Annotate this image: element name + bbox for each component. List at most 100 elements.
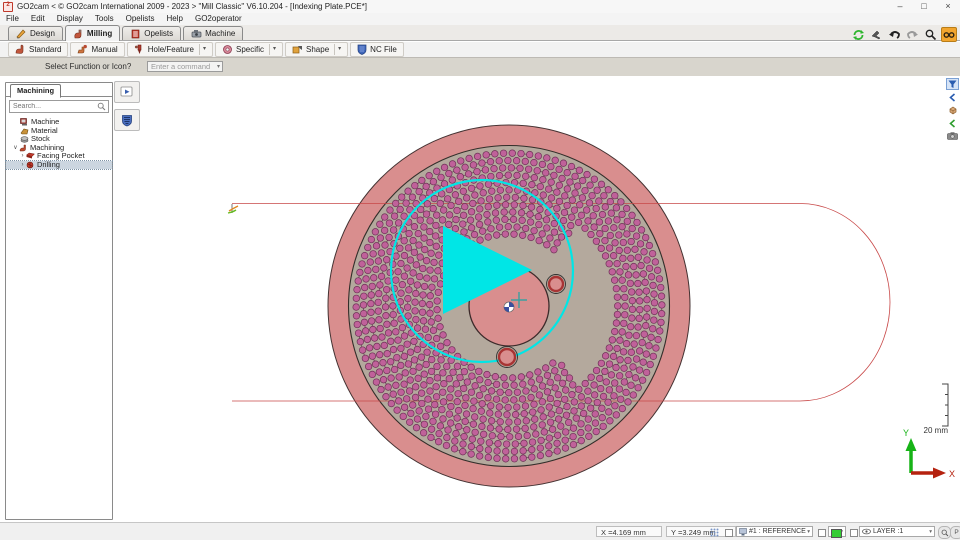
menu-help[interactable]: Help [161,13,189,25]
machine-icon [191,29,202,37]
material-icon [20,128,29,135]
title-bar: 2 GO2cam < © GO2cam International 2009 -… [0,0,960,13]
milling-toolbar: Standard Manual Hole/Feature ▾ Specific … [0,42,960,58]
specific-dropdown-icon[interactable]: ▾ [269,44,276,55]
shape-button[interactable]: Shape ▾ [285,42,349,57]
menu-tools[interactable]: Tools [89,13,120,25]
collapse-icon[interactable]: ∨ [12,144,19,153]
status-bar: X =4.169 mm Y =3.249 mm #1 : REFERENCE ▾… [0,522,960,540]
command-dropdown-icon[interactable]: ▾ [217,63,220,70]
simulation-button[interactable] [114,81,140,103]
specific-button[interactable]: Specific ▾ [214,42,284,57]
tab-design-label: Design [30,29,55,38]
hole-feature-button[interactable]: Hole/Feature ▾ [126,42,213,57]
tab-design[interactable]: Design [8,26,63,40]
facing-pocket-icon [26,152,35,159]
menu-go2operator[interactable]: GO2operator [189,13,248,25]
tab-machine[interactable]: Machine [183,26,244,40]
reference-dropdown-icon[interactable]: ▾ [807,529,810,535]
menu-opelists[interactable]: Opelists [120,13,161,25]
window-title: GO2cam < © GO2cam International 2009 - 2… [17,2,367,11]
simulation-strip [114,81,140,137]
command-combobox[interactable]: Enter a command ▾ [147,61,223,72]
manual-button[interactable]: Manual [70,42,125,57]
opelists-icon [131,29,140,38]
select-tool-icon[interactable] [869,28,883,41]
window-controls: – □ × [888,0,960,13]
tree-item-drilling[interactable]: › Drilling [5,159,113,170]
go2view-glasses-icon[interactable] [941,27,957,42]
layer-dropdown-icon[interactable]: ▾ [929,529,932,535]
grid-icon[interactable] [710,528,719,539]
machining-tree: Machine Material Stock ∨ Machining › Fac… [5,115,113,170]
app-icon: 2 [3,1,13,12]
specific-icon [223,45,232,54]
parameters-button[interactable]: P [950,526,960,539]
module-tabs: Design Milling Opelists Machine [0,25,960,41]
color-checkbox[interactable] [818,529,826,537]
menu-display[interactable]: Display [51,13,89,25]
menu-file[interactable]: File [0,13,25,25]
color-picker[interactable]: ▾ [828,526,846,538]
layer-value: LAYER :1 [873,528,904,535]
panel-header: Machining [6,83,112,98]
view-3d-button[interactable] [946,104,959,116]
shape-label: Shape [306,45,330,54]
scale-label: 20 mm [924,426,949,435]
tab-milling[interactable]: Milling [64,25,121,41]
layer-combobox[interactable]: LAYER :1 ▾ [859,526,935,537]
specific-label: Specific [235,45,264,54]
chevron-left-blue-icon [949,92,956,102]
standard-button[interactable]: Standard [8,42,69,57]
snapshot-button[interactable] [946,130,959,142]
stock-icon [20,136,29,143]
shape-icon [292,46,303,54]
search-input[interactable] [10,103,97,110]
redo-icon[interactable] [905,28,919,41]
tab-opelists[interactable]: Opelists [122,26,182,40]
y-axis-label: Y [903,428,909,438]
command-bar: Select Function or Icon? Enter a command… [0,58,960,77]
search-box[interactable] [9,100,109,113]
reference-combobox[interactable]: #1 : REFERENCE ▾ [736,526,813,537]
tree-item-material[interactable]: Material [6,126,112,136]
shape-dropdown-icon[interactable]: ▾ [334,44,341,55]
previous-view-button[interactable] [946,91,959,103]
expand-icon[interactable]: › [19,161,26,170]
x-axis-label: X [949,469,955,479]
expand-icon[interactable]: › [19,152,26,161]
previous-element-button[interactable] [946,117,959,129]
nc-file-icon [357,44,367,55]
search-icon [97,102,106,111]
hole-feature-dropdown-icon[interactable]: ▾ [198,44,206,55]
filter-button[interactable] [946,78,959,90]
camera-icon [947,132,958,140]
x-coordinate-readout: X =4.169 mm [596,526,662,537]
machining-panel-tab[interactable]: Machining [10,84,62,98]
standard-label: Standard [29,45,62,54]
viewport: 20 mmYX Machining Machine Material Stock [0,76,960,522]
manual-icon [78,44,88,54]
reference-checkbox[interactable] [725,529,733,537]
cad-canvas[interactable]: 20 mm Y X [0,76,960,522]
undo-icon[interactable] [887,28,901,41]
tab-milling-label: Milling [86,29,113,38]
drilling-icon [26,161,34,169]
layer-checkbox[interactable] [850,529,858,537]
zoom-icon[interactable] [923,28,937,41]
reference-icon [739,527,747,535]
maximize-button[interactable]: □ [912,0,936,13]
machine-node-icon [20,118,27,126]
tab-opelists-label: Opelists [144,29,174,38]
menu-bar: File Edit Display Tools Opelists Help GO… [0,13,960,25]
minimize-button[interactable]: – [888,0,912,13]
view-toolbar-row1 [851,27,957,42]
tree-item-machine[interactable]: Machine [6,117,112,127]
simulation-icon [120,86,133,97]
protection-button[interactable] [114,109,140,131]
menu-edit[interactable]: Edit [25,13,51,25]
nc-file-button[interactable]: NC File [350,42,404,57]
close-button[interactable]: × [936,0,960,13]
regen-icon[interactable] [851,28,865,41]
command-placeholder: Enter a command [151,62,211,71]
